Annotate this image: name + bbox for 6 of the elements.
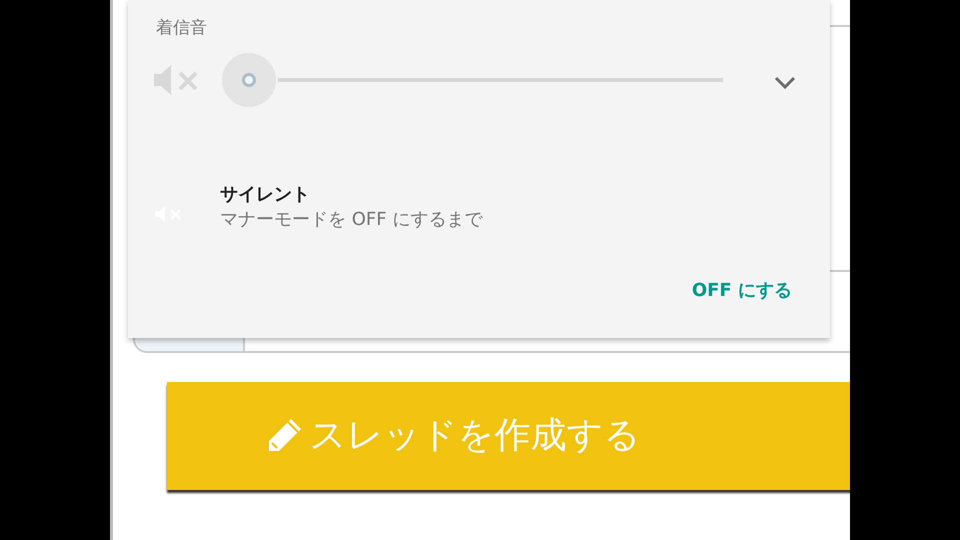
chevron-down-icon — [774, 76, 796, 90]
silent-mode-description: マナーモードを OFF にするまで — [220, 208, 482, 232]
ringtone-label: 着信音 — [156, 17, 207, 40]
create-thread-button[interactable]: スレッドを作成する — [167, 382, 850, 490]
turn-off-button[interactable]: OFF にする — [692, 277, 792, 304]
silent-mode-title: サイレント — [220, 183, 311, 206]
